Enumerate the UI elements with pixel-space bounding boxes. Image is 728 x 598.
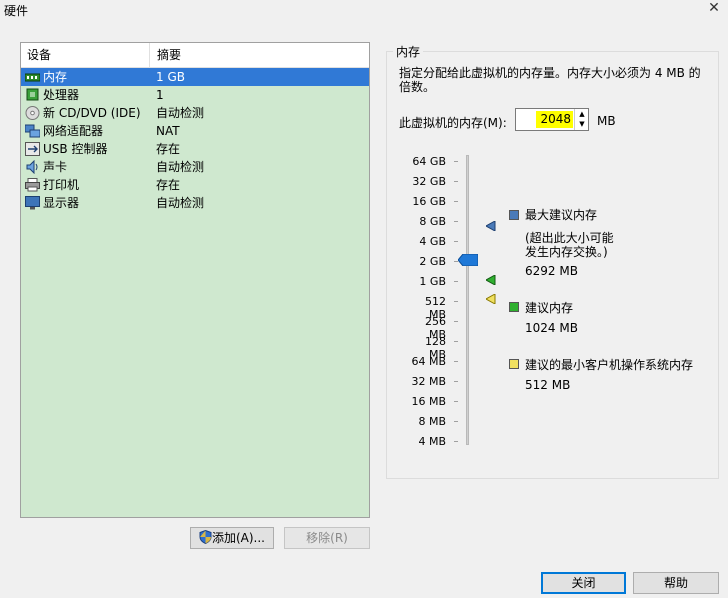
- device-summary: 1: [156, 88, 164, 102]
- min-legend-square-icon: [509, 359, 519, 369]
- device-row-usb[interactable]: USB 控制器 存在: [21, 140, 369, 158]
- min-recommended-marker-icon: [486, 294, 496, 304]
- scale-tick: [454, 281, 458, 282]
- close-window-icon[interactable]: ✕: [706, 0, 722, 16]
- scale-label: 8 GB: [419, 215, 446, 228]
- device-list[interactable]: 设备 摘要 内存 1 GB 处理器 1 新 CD/DVD (IDE) 自动检测 …: [20, 42, 370, 518]
- device-row-display[interactable]: 显示器 自动检测: [21, 194, 369, 212]
- shield-icon: [199, 529, 212, 545]
- recommended-legend-square-icon: [509, 302, 519, 312]
- scale-tick: [454, 241, 458, 242]
- display-icon: [25, 196, 40, 210]
- printer-icon: [25, 178, 40, 192]
- memory-icon: [25, 73, 40, 82]
- add-device-button[interactable]: 添加(A)...: [190, 527, 274, 549]
- recommended-marker-icon: [486, 275, 496, 285]
- scale-tick: [454, 401, 458, 402]
- device-list-header: 设备 摘要: [21, 43, 369, 68]
- help-button[interactable]: 帮助: [633, 572, 719, 594]
- min-recommended-title: 建议的最小客户机操作系统内存: [525, 358, 694, 372]
- device-name: 处理器: [43, 88, 80, 102]
- cd-dvd-icon: [25, 106, 40, 120]
- scale-tick: [454, 181, 458, 182]
- memory-slider-track[interactable]: [466, 155, 469, 445]
- device-name: 网络适配器: [43, 124, 104, 138]
- scale-tick: [454, 221, 458, 222]
- scale-label: 1 GB: [419, 275, 446, 288]
- max-recommended-marker-icon: [486, 221, 496, 231]
- add-button-label: 添加(A)...: [211, 531, 266, 545]
- scale-label: 4 GB: [419, 235, 446, 248]
- column-header-device[interactable]: 设备: [21, 43, 150, 67]
- spin-down-icon[interactable]: ▼: [574, 119, 589, 130]
- device-summary: 自动检测: [156, 196, 205, 210]
- scale-tick: [454, 441, 458, 442]
- memory-value-input[interactable]: 2048: [536, 111, 573, 128]
- device-name: 打印机: [43, 178, 80, 192]
- device-summary: 自动检测: [156, 160, 205, 174]
- device-name: 显示器: [43, 196, 80, 210]
- scale-tick: [454, 201, 458, 202]
- memory-spinbox[interactable]: 2048 ▲ ▼: [515, 108, 589, 131]
- scale-tick: [454, 161, 458, 162]
- device-name: USB 控制器: [43, 142, 108, 156]
- device-summary: 存在: [156, 142, 181, 156]
- device-name: 内存: [43, 70, 68, 84]
- scale-tick: [454, 361, 458, 362]
- device-row-sound-card[interactable]: 声卡 自动检测: [21, 158, 369, 176]
- device-name: 声卡: [43, 160, 68, 174]
- sound-card-icon: [26, 160, 38, 174]
- device-name: 新 CD/DVD (IDE): [43, 106, 141, 120]
- device-row-memory[interactable]: 内存 1 GB: [21, 68, 369, 86]
- scale-label: 32 MB: [411, 375, 446, 388]
- scale-label: 64 GB: [412, 155, 446, 168]
- device-row-processor[interactable]: 处理器 1: [21, 86, 369, 104]
- memory-group-title: 内存: [393, 43, 424, 60]
- network-adapter-icon: [25, 124, 40, 138]
- spin-up-icon[interactable]: ▲: [574, 109, 589, 119]
- device-summary: 存在: [156, 178, 181, 192]
- scale-tick: [454, 301, 458, 302]
- memory-slider-thumb[interactable]: [458, 254, 478, 266]
- scale-tick: [454, 421, 458, 422]
- scale-tick: [454, 321, 458, 322]
- scale-label: 4 MB: [418, 435, 446, 448]
- scale-label: 64 MB: [411, 355, 446, 368]
- close-button[interactable]: 关闭: [541, 572, 626, 594]
- remove-device-button[interactable]: 移除(R): [284, 527, 370, 549]
- column-header-summary[interactable]: 摘要: [151, 43, 369, 67]
- scale-label: 16 GB: [412, 195, 446, 208]
- memory-unit-label: MB: [597, 114, 616, 128]
- max-recommended-note-2: 发生内存交换。): [525, 245, 608, 259]
- scale-label: 16 MB: [411, 395, 446, 408]
- recommended-title: 建议内存: [525, 301, 574, 315]
- device-summary: 自动检测: [156, 106, 205, 120]
- scale-label: 32 GB: [412, 175, 446, 188]
- device-row-printer[interactable]: 打印机 存在: [21, 176, 369, 194]
- usb-icon: [25, 142, 40, 156]
- device-row-network-adapter[interactable]: 网络适配器 NAT: [21, 122, 369, 140]
- memory-field-label: 此虚拟机的内存(M):: [399, 116, 507, 130]
- device-row-cd-dvd[interactable]: 新 CD/DVD (IDE) 自动检测: [21, 104, 369, 122]
- window-title: 硬件: [4, 4, 29, 18]
- max-legend-square-icon: [509, 210, 519, 220]
- device-summary: NAT: [156, 124, 180, 138]
- max-recommended-value: 6292 MB: [525, 264, 578, 278]
- recommended-value: 1024 MB: [525, 321, 578, 335]
- scale-tick: [454, 381, 458, 382]
- scale-tick: [454, 341, 458, 342]
- processor-icon: [26, 88, 39, 101]
- device-summary: 1 GB: [156, 70, 185, 84]
- max-recommended-title: 最大建议内存: [525, 208, 598, 222]
- memory-description: 指定分配给此虚拟机的内存量。内存大小必须为 4 MB 的倍数。: [399, 66, 701, 94]
- scale-label: 8 MB: [418, 415, 446, 428]
- scale-label: 2 GB: [419, 255, 446, 268]
- min-recommended-value: 512 MB: [525, 378, 571, 392]
